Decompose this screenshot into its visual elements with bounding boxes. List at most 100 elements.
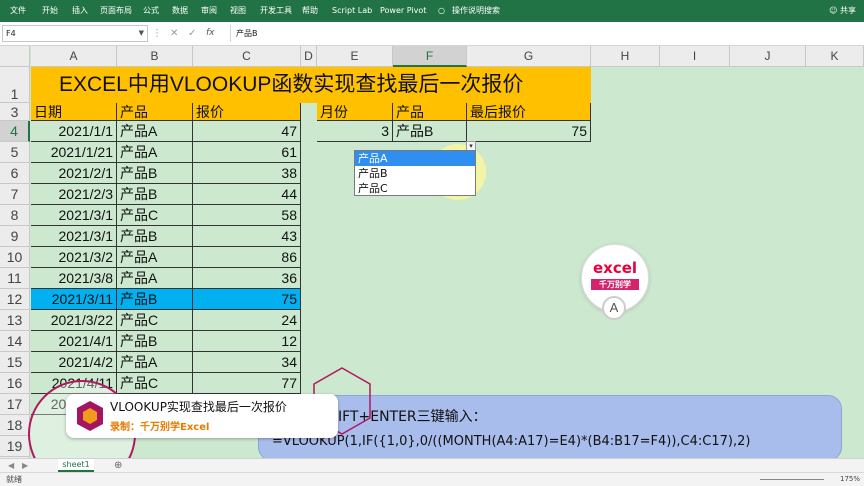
column-header-e[interactable]: E [317,46,393,67]
row-header-6[interactable]: 6 [0,163,30,184]
lookup-header-cell[interactable]: 产品 [393,103,467,121]
date-cell[interactable]: 2021/1/21 [31,142,117,163]
date-cell[interactable]: 2021/3/2 [31,247,117,268]
product-cell[interactable]: 产品C [117,205,193,226]
price-cell[interactable]: 38 [193,163,301,184]
product-cell[interactable]: 产品A [117,268,193,289]
product-cell[interactable]: 产品B [117,289,193,310]
product-cell[interactable]: 产品C [117,373,193,394]
lookup-header-cell[interactable]: 月份 [317,103,393,121]
sheet-tab-sheet1[interactable]: sheet1 [58,459,94,472]
row-header-15[interactable]: 15 [0,352,30,373]
select-all-corner[interactable] [0,46,30,67]
row-header-8[interactable]: 8 [0,205,30,226]
header-cell[interactable]: 日期 [31,103,117,121]
name-box[interactable]: F4 ▼ [2,25,148,42]
column-header-g[interactable]: G [467,46,591,67]
date-cell[interactable]: 2021/4/2 [31,352,117,373]
row-header-7[interactable]: 7 [0,184,30,205]
row-header-4[interactable]: 4 [0,121,30,142]
column-header-f[interactable]: F [393,46,467,67]
date-cell[interactable]: 2021/2/3 [31,184,117,205]
column-header-k[interactable]: K [806,46,864,67]
product-cell[interactable]: 产品A [117,142,193,163]
row-header-18[interactable]: 18 [0,415,30,436]
price-cell[interactable]: 34 [193,352,301,373]
cancel-icon[interactable]: ✕ [170,25,178,42]
date-cell[interactable]: 2021/1/1 [31,121,117,142]
tab-home[interactable]: 开始 [42,0,58,22]
product-cell[interactable]: 产品A [117,352,193,373]
row-header-13[interactable]: 13 [0,310,30,331]
column-header-h[interactable]: H [591,46,660,67]
price-cell[interactable]: 75 [193,289,301,310]
tab-power-pivot[interactable]: Power Pivot [380,0,426,22]
validation-dropdown[interactable]: 产品A 产品B 产品C [354,150,476,196]
worksheet-grid[interactable]: ABCDEFGHIJK 1 3 4 5 6 7 8 9 10 11 12 13 14 15 16 17 18 19… [0,46,864,458]
product-cell[interactable]: 产品C [117,310,193,331]
date-cell[interactable]: 2021/2/1 [31,163,117,184]
zoom-slider[interactable] [760,479,824,480]
header-cell[interactable]: 产品 [117,103,193,121]
tab-developer[interactable]: 开发工具 [260,0,292,22]
lookup-header-cell[interactable]: 最后报价 [467,103,591,121]
date-cell[interactable]: 2021/4/1 [31,331,117,352]
dropdown-option-b[interactable]: 产品B [355,166,475,181]
price-cell[interactable]: 86 [193,247,301,268]
column-header-b[interactable]: B [117,46,193,67]
last-price-cell[interactable]: 75 [467,121,591,142]
column-header-i[interactable]: I [660,46,730,67]
column-header-j[interactable]: J [730,46,806,67]
price-cell[interactable]: 47 [193,121,301,142]
price-cell[interactable]: 58 [193,205,301,226]
tab-data[interactable]: 数据 [172,0,188,22]
price-cell[interactable]: 12 [193,331,301,352]
tell-me-search[interactable]: 操作说明搜索 [452,0,500,22]
insert-function-button[interactable]: fx [206,25,215,42]
month-input-cell[interactable]: 3 [317,121,393,142]
date-cell[interactable]: 2021/3/1 [31,226,117,247]
product-input-cell[interactable]: 产品B [393,121,467,142]
product-cell[interactable]: 产品A [117,121,193,142]
row-header-19[interactable]: 19 [0,436,30,457]
tab-formulas[interactable]: 公式 [143,0,159,22]
date-cell[interactable]: 2021/3/1 [31,205,117,226]
tab-review[interactable]: 审阅 [201,0,217,22]
confirm-icon[interactable]: ✓ [188,25,196,42]
row-header-9[interactable]: 9 [0,226,30,247]
share-button[interactable]: ☺ 共享 [829,0,856,22]
formula-input[interactable]: 产品B [230,25,856,42]
tab-scroll-left-icon[interactable]: ◀ [8,459,14,472]
product-cell[interactable]: 产品B [117,163,193,184]
row-header-12[interactable]: 12 [0,289,30,310]
row-header-3[interactable]: 3 [0,103,30,121]
price-cell[interactable]: 43 [193,226,301,247]
tab-help[interactable]: 帮助 [302,0,318,22]
tab-script-lab[interactable]: Script Lab [332,0,372,22]
tab-file[interactable]: 文件 [10,0,26,22]
row-header-17[interactable]: 17 [0,394,30,415]
product-cell[interactable]: 产品B [117,331,193,352]
tab-view[interactable]: 视图 [230,0,246,22]
chevron-down-icon[interactable]: ▼ [139,26,144,41]
dropdown-option-c[interactable]: 产品C [355,181,475,196]
column-header-d[interactable]: D [301,46,317,67]
tab-insert[interactable]: 插入 [72,0,88,22]
zoom-level[interactable]: 175% [840,473,860,486]
price-cell[interactable]: 24 [193,310,301,331]
date-cell[interactable]: 2021/3/8 [31,268,117,289]
product-cell[interactable]: 产品B [117,226,193,247]
row-header-11[interactable]: 11 [0,268,30,289]
column-header-c[interactable]: C [193,46,301,67]
price-cell[interactable]: 77 [193,373,301,394]
row-header-1[interactable]: 1 [0,67,30,103]
row-header-16[interactable]: 16 [0,373,30,394]
product-cell[interactable]: 产品A [117,247,193,268]
date-cell[interactable]: 2021/3/22 [31,310,117,331]
column-header-a[interactable]: A [31,46,117,67]
row-header-5[interactable]: 5 [0,142,30,163]
tab-page-layout[interactable]: 页面布局 [100,0,132,22]
dropdown-option-a[interactable]: 产品A [355,151,475,166]
date-cell[interactable]: 2021/3/11 [31,289,117,310]
add-sheet-button[interactable]: ⊕ [114,459,122,472]
